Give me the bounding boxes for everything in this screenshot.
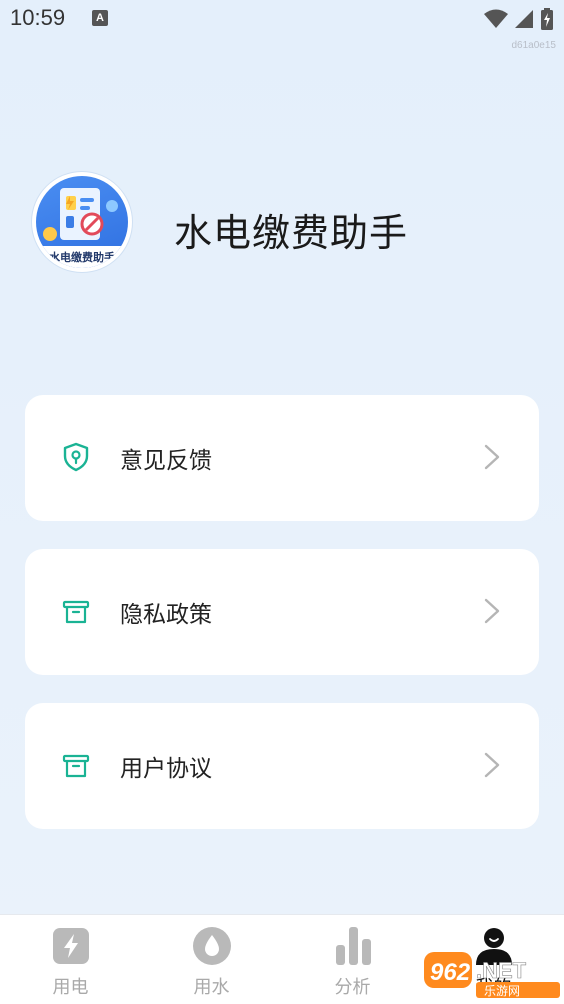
bar-chart-icon [335,927,371,965]
status-icons [484,8,554,30]
nav-label-water: 用水 [193,977,230,998]
nav-item-analysis[interactable]: 分析 [282,915,423,1004]
menu-label-feedback: 意见反馈 [120,448,212,474]
gift-box-icon [62,754,90,778]
status-bar: 10:59 A [0,0,564,38]
nav-label-analysis: 分析 [334,977,371,998]
svg-text:乐游网: 乐游网 [484,984,520,998]
chevron-right-icon [484,444,500,470]
svg-text:.NET: .NET [476,958,527,983]
svg-text:962: 962 [430,959,471,986]
lightning-icon [52,928,89,964]
app-logo: 水电缴费助手 [32,172,132,272]
menu-label-privacy: 隐私政策 [120,602,212,628]
chevron-right-icon [484,598,500,624]
a-icon: A [92,10,108,26]
watermark-logo: 962 .NET 乐游网 [424,948,562,1000]
signal-icon [515,10,533,28]
status-time: 10:59 [10,5,66,30]
chevron-right-icon [484,752,500,778]
menu-item-user-agreement[interactable]: 用户协议 [25,703,539,829]
wifi-icon [484,9,508,28]
shield-icon [63,442,89,472]
water-drop-icon [192,927,231,965]
nav-item-water[interactable]: 用水 [141,915,282,1004]
nav-label-electricity: 用电 [52,977,89,998]
gift-box-icon [62,600,90,624]
menu-label-user-agreement: 用户协议 [120,756,212,782]
battery-icon [541,8,553,30]
menu-item-feedback[interactable]: 意见反馈 [25,395,539,521]
nav-item-electricity[interactable]: 用电 [0,915,141,1004]
build-tag: d61a0e15 [511,40,557,51]
menu-item-privacy[interactable]: 隐私政策 [25,549,539,675]
app-header: 水电缴费助手 水电缴费助手 [32,172,532,278]
app-title: 水电缴费助手 [174,211,409,255]
logo-caption: 水电缴费助手 [49,251,115,264]
app-logo-image: 水电缴费助手 [36,176,128,268]
